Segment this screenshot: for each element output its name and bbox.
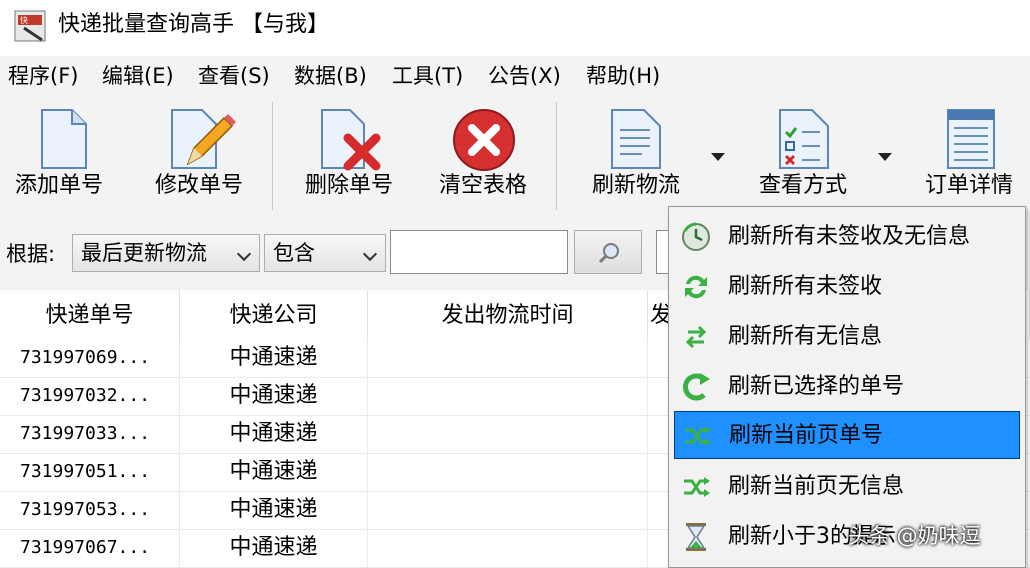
menu-help[interactable]: 帮助(H) <box>584 60 662 92</box>
cell-company: 中通速递 <box>180 340 368 378</box>
cell-company: 中通速递 <box>180 492 368 530</box>
cell-company: 中通速递 <box>180 378 368 416</box>
refresh-logistics-button[interactable]: 刷新物流 <box>578 96 694 216</box>
cell-company: 中通速递 <box>180 454 368 492</box>
menu-item-refresh-unsigned[interactable]: 刷新所有未签收 <box>674 263 1020 311</box>
window-title: 快递批量查询高手 【与我】 <box>58 12 329 37</box>
menu-item-label: 刷新所有未签收 <box>728 274 883 299</box>
search-icon <box>598 243 619 264</box>
add-number-button[interactable]: 添加单号 <box>4 96 114 216</box>
delete-document-icon <box>321 109 381 171</box>
filter-field-select[interactable]: 最后更新物流 <box>72 234 260 272</box>
menu-notice[interactable]: 公告(X) <box>486 60 563 92</box>
menu-item-label: 刷新已选择的单号 <box>728 374 905 399</box>
menu-item-label: 刷新所有无信息 <box>728 324 883 349</box>
clear-x-circle-icon <box>453 109 515 171</box>
column-header-company[interactable]: 快递公司 <box>180 290 368 340</box>
menu-item-label: 刷新所有未签收及无信息 <box>728 224 971 249</box>
clear-table-label: 清空表格 <box>438 173 527 198</box>
cell-send-time <box>368 378 648 416</box>
filter-field-value: 最后更新物流 <box>81 241 207 265</box>
cell-number: 731997033... <box>0 416 180 454</box>
edit-pencil-icon <box>171 109 236 169</box>
menu-item-label: 刷新当前页单号 <box>729 423 884 448</box>
refresh-dropdown-arrow-icon[interactable] <box>711 153 725 161</box>
checklist-icon <box>779 109 829 169</box>
filter-match-value: 包含 <box>273 241 315 265</box>
view-mode-label: 查看方式 <box>758 173 847 198</box>
shuffle-arrows-icon <box>685 426 711 446</box>
menu-program[interactable]: 程序(F) <box>6 60 80 92</box>
edit-number-label: 修改单号 <box>154 173 243 198</box>
menu-view[interactable]: 查看(S) <box>196 60 272 92</box>
filter-label: 根据: <box>6 242 56 266</box>
view-mode-dropdown-arrow-icon[interactable] <box>878 153 892 161</box>
view-mode-button[interactable]: 查看方式 <box>746 96 860 216</box>
shuffle-arrows-icon <box>684 477 710 497</box>
cell-number: 731997053... <box>0 492 180 530</box>
cell-number: 731997032... <box>0 378 180 416</box>
refresh-arrows-icon <box>685 275 707 299</box>
edit-number-button[interactable]: 修改单号 <box>144 96 254 216</box>
toolbar-separator <box>272 102 273 210</box>
chevron-down-icon <box>362 246 378 262</box>
menu-item-refresh-noinfo[interactable]: 刷新所有无信息 <box>674 313 1020 361</box>
cell-company: 中通速递 <box>180 530 368 568</box>
cell-number: 731997067... <box>0 530 180 568</box>
add-number-label: 添加单号 <box>14 173 103 198</box>
menu-item-refresh-selected[interactable]: 刷新已选择的单号 <box>674 363 1020 411</box>
blank-document-icon <box>41 109 87 169</box>
menu-bar: 程序(F) 编辑(E) 查看(S) 数据(B) 工具(T) 公告(X) 帮助(H… <box>0 56 1030 96</box>
menu-data[interactable]: 数据(B) <box>292 60 369 92</box>
watermark-text: 头条 @奶味逗 <box>848 524 981 548</box>
menu-item-refresh-current-page[interactable]: 刷新当前页单号 <box>674 411 1020 459</box>
menu-item-refresh-current-page-noinfo[interactable]: 刷新当前页无信息 <box>674 463 1020 511</box>
filter-match-select[interactable]: 包含 <box>264 234 386 272</box>
cell-send-time <box>368 340 648 378</box>
cell-send-time <box>368 492 648 530</box>
refresh-logistics-label: 刷新物流 <box>591 173 680 198</box>
search-input[interactable] <box>390 230 568 274</box>
hourglass-icon <box>686 523 706 551</box>
cell-company: 中通速递 <box>180 416 368 454</box>
cell-send-time <box>368 454 648 492</box>
title-bar: 快 快递批量查询高手 【与我】 <box>0 0 1030 56</box>
refresh-clock-icon <box>682 222 710 251</box>
chevron-down-icon <box>236 246 252 262</box>
menu-item-label: 刷新当前页无信息 <box>728 474 905 499</box>
clear-table-button[interactable]: 清空表格 <box>430 96 536 216</box>
delete-number-button[interactable]: 删除单号 <box>294 96 404 216</box>
document-lines-icon <box>611 109 661 169</box>
menu-tools[interactable]: 工具(T) <box>390 60 465 92</box>
order-detail-label: 订单详情 <box>924 173 1013 198</box>
column-header-send-time[interactable]: 发出物流时间 <box>368 290 648 340</box>
delete-number-label: 删除单号 <box>304 173 393 198</box>
refresh-dropdown-menu: 刷新所有未签收及无信息 刷新所有未签收 刷新所有无信息 刷新已选择的单号 刷新当… <box>668 206 1026 568</box>
menu-edit[interactable]: 编辑(E) <box>100 60 176 92</box>
column-header-number[interactable]: 快递单号 <box>0 290 180 340</box>
cell-send-time <box>368 530 648 568</box>
swap-arrows-icon <box>685 325 707 349</box>
refresh-cycle-icon <box>683 373 710 401</box>
cell-number: 731997051... <box>0 454 180 492</box>
order-detail-icon <box>947 109 995 169</box>
app-logo-icon: 快 <box>14 10 46 42</box>
toolbar-separator <box>556 102 557 210</box>
svg-text:快: 快 <box>20 15 28 25</box>
order-detail-button[interactable]: 订单详情 <box>912 96 1026 216</box>
cell-send-time <box>368 416 648 454</box>
menu-item-refresh-unsigned-and-noinfo[interactable]: 刷新所有未签收及无信息 <box>674 213 1020 261</box>
search-button[interactable] <box>574 230 642 274</box>
cell-number: 731997069... <box>0 340 180 378</box>
